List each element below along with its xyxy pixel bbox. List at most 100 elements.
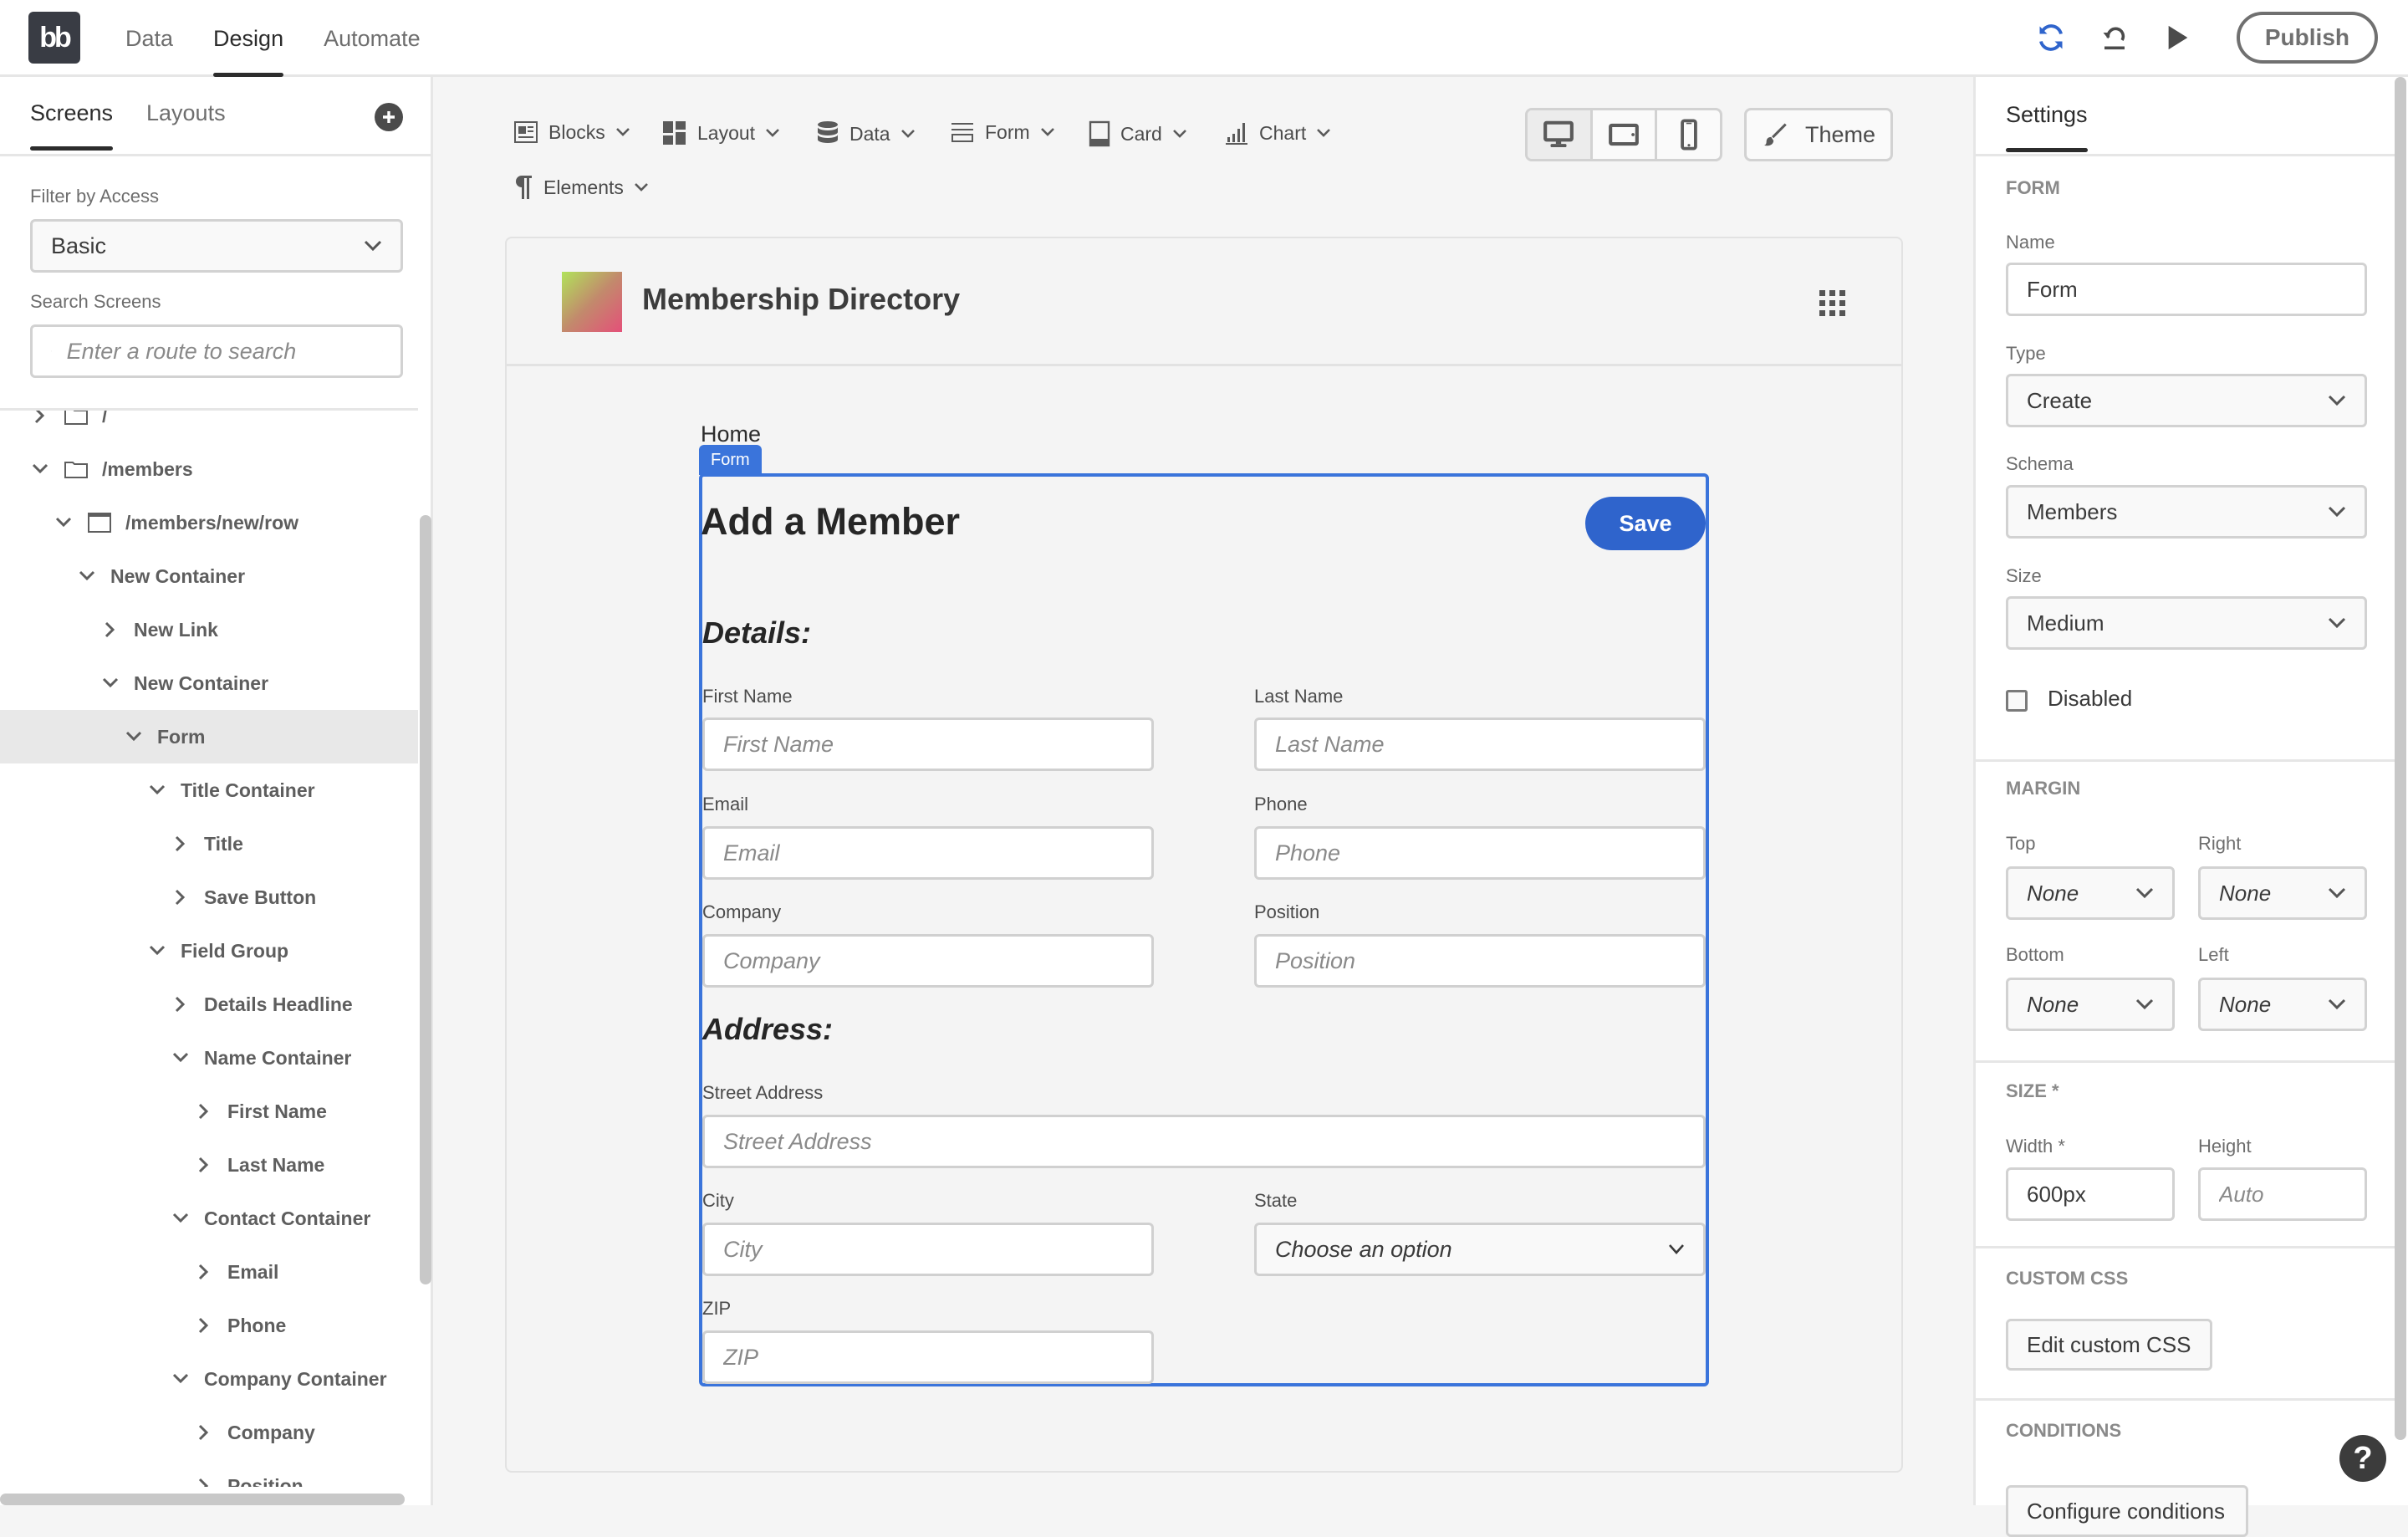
chevron-right-icon[interactable] <box>172 889 189 906</box>
tree-item[interactable]: /members <box>0 442 418 496</box>
theme-button[interactable]: Theme <box>1744 108 1893 161</box>
settings-scrollbar[interactable] <box>2395 77 2406 1440</box>
tab-settings[interactable]: Settings <box>2006 102 2088 128</box>
tree-item[interactable]: Position <box>0 1459 418 1487</box>
disabled-checkbox[interactable] <box>2006 690 2028 712</box>
chevron-down-icon[interactable] <box>125 728 142 745</box>
app-menu-icon[interactable] <box>1819 290 1845 316</box>
margin-bottom-select[interactable]: None <box>2006 978 2175 1031</box>
home-link[interactable]: Home <box>701 421 761 447</box>
chevron-down-icon[interactable] <box>32 461 48 477</box>
chevron-right-icon[interactable] <box>196 1424 212 1441</box>
chevron-down-icon <box>2328 395 2346 406</box>
tree-item[interactable]: Phone <box>0 1299 418 1352</box>
position-input[interactable] <box>1254 934 1706 988</box>
tab-automate[interactable]: Automate <box>324 0 421 77</box>
tree-item[interactable]: New Link <box>0 603 418 656</box>
app-preview-title: Membership Directory <box>642 282 960 317</box>
tree-item[interactable]: New Container <box>0 656 418 710</box>
toolbar-form-menu[interactable]: Form <box>950 120 1055 144</box>
chevron-right-icon[interactable] <box>196 1103 212 1120</box>
tab-screens[interactable]: Screens <box>30 100 113 126</box>
name-input[interactable] <box>2006 263 2367 316</box>
tree-item[interactable]: Name Container <box>0 1031 418 1085</box>
chevron-right-icon[interactable] <box>102 621 119 638</box>
chevron-down-icon[interactable] <box>172 1210 189 1227</box>
tree-item[interactable]: Field Group <box>0 924 418 978</box>
add-screen-button[interactable] <box>375 103 403 131</box>
app-logo[interactable]: bb <box>28 12 80 64</box>
desktop-view-button[interactable] <box>1528 110 1593 159</box>
email-input[interactable] <box>702 826 1154 880</box>
phone-input[interactable] <box>1254 826 1706 880</box>
tree-item[interactable]: / <box>0 408 418 442</box>
chevron-right-icon[interactable] <box>32 408 48 424</box>
chevron-down-icon[interactable] <box>172 1371 189 1387</box>
tree-item[interactable]: Title Container <box>0 763 418 817</box>
tree-item[interactable]: Details Headline <box>0 978 418 1031</box>
chevron-right-icon[interactable] <box>196 1317 212 1334</box>
toolbar-blocks-menu[interactable]: Blocks <box>513 120 630 144</box>
save-button[interactable]: Save <box>1585 497 1706 550</box>
play-icon[interactable] <box>2161 21 2195 54</box>
chevron-right-icon[interactable] <box>172 835 189 852</box>
chevron-down-icon[interactable] <box>79 568 95 585</box>
tablet-view-button[interactable] <box>1593 110 1658 159</box>
undo-icon[interactable] <box>2098 21 2131 54</box>
tree-item[interactable]: /members/new/row <box>0 496 418 549</box>
chevron-down-icon[interactable] <box>149 782 166 799</box>
width-input[interactable] <box>2006 1167 2175 1221</box>
chevron-right-icon[interactable] <box>172 996 189 1013</box>
tab-data[interactable]: Data <box>125 0 173 77</box>
chevron-right-icon[interactable] <box>196 1264 212 1280</box>
search-input[interactable] <box>67 339 367 365</box>
chevron-down-icon[interactable] <box>172 1049 189 1066</box>
chevron-right-icon[interactable] <box>196 1478 212 1487</box>
tab-layouts[interactable]: Layouts <box>146 100 226 126</box>
city-input[interactable] <box>702 1223 1154 1276</box>
tree-item[interactable]: First Name <box>0 1085 418 1138</box>
toolbar-elements-menu[interactable]: Elements <box>513 174 649 201</box>
edit-custom-css-button[interactable]: Edit custom CSS <box>2006 1319 2212 1371</box>
tree-item[interactable]: New Container <box>0 549 418 603</box>
margin-left-select[interactable]: None <box>2198 978 2367 1031</box>
access-filter-select[interactable]: Basic <box>30 219 403 273</box>
tree-item[interactable]: Contact Container <box>0 1192 418 1245</box>
configure-conditions-button[interactable]: Configure conditions <box>2006 1485 2248 1537</box>
last-name-input[interactable] <box>1254 717 1706 771</box>
help-button[interactable]: ? <box>2339 1435 2386 1482</box>
tree-item[interactable]: Company Container <box>0 1352 418 1406</box>
publish-button[interactable]: Publish <box>2237 12 2378 64</box>
toolbar-data-menu[interactable]: Data <box>816 120 916 147</box>
tree-item[interactable]: Form <box>0 710 418 763</box>
state-select[interactable]: Choose an option <box>1254 1223 1706 1276</box>
company-input[interactable] <box>702 934 1154 988</box>
tree-item[interactable]: Save Button <box>0 871 418 924</box>
tree-horizontal-scrollbar[interactable] <box>0 1494 405 1505</box>
toolbar-card-menu[interactable]: Card <box>1089 120 1187 147</box>
height-input[interactable] <box>2198 1167 2367 1221</box>
size-select[interactable]: Medium <box>2006 596 2367 650</box>
first-name-input[interactable] <box>702 717 1154 771</box>
chevron-down-icon[interactable] <box>149 942 166 959</box>
tree-item[interactable]: Last Name <box>0 1138 418 1192</box>
refresh-icon[interactable] <box>2034 21 2068 54</box>
toolbar-layout-menu[interactable]: Layout <box>662 120 780 146</box>
tree-item[interactable]: Title <box>0 817 418 871</box>
tree-vertical-scrollbar[interactable] <box>420 515 431 1284</box>
filter-label: Filter by Access <box>30 186 159 207</box>
street-input[interactable] <box>702 1115 1706 1168</box>
schema-select[interactable]: Members <box>2006 485 2367 539</box>
mobile-view-button[interactable] <box>1657 110 1720 159</box>
zip-input[interactable] <box>702 1330 1154 1384</box>
tab-design[interactable]: Design <box>213 0 283 77</box>
margin-top-select[interactable]: None <box>2006 866 2175 920</box>
chevron-down-icon[interactable] <box>55 514 72 531</box>
margin-right-select[interactable]: None <box>2198 866 2367 920</box>
tree-item[interactable]: Email <box>0 1245 418 1299</box>
chevron-right-icon[interactable] <box>196 1157 212 1173</box>
chevron-down-icon[interactable] <box>102 675 119 692</box>
type-select[interactable]: Create <box>2006 374 2367 427</box>
tree-item[interactable]: Company <box>0 1406 418 1459</box>
toolbar-chart-menu[interactable]: Chart <box>1224 120 1331 146</box>
